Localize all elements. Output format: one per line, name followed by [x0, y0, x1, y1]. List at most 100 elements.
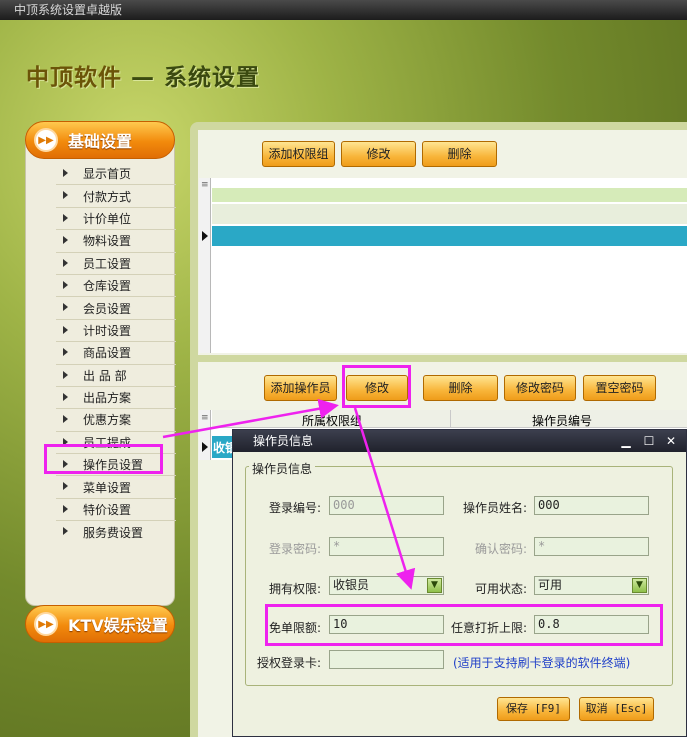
minimize-icon[interactable]: ▁ [618, 433, 634, 449]
change-password-button[interactable]: 修改密码 [504, 375, 576, 401]
arrow-icon [63, 169, 68, 177]
arrow-icon [63, 392, 68, 401]
current-row-icon [202, 442, 208, 452]
login-id-field[interactable]: 000 [329, 496, 444, 515]
sidebar-item-label: 员工设置 [83, 256, 132, 271]
sidebar-item-label: 会员设置 [83, 301, 132, 316]
delete-operator-button[interactable]: 删除 [423, 375, 498, 401]
password-label: 登录密码: [269, 542, 322, 556]
status-select[interactable]: 可用 ▼ [534, 576, 649, 595]
sidebar-item-service-fee[interactable]: 服务费设置 [56, 521, 176, 543]
category-label: KTV娱乐设置 [68, 616, 168, 635]
arrow-icon [63, 258, 68, 267]
sidebar-item-label: 仓库设置 [83, 279, 132, 294]
login-id-label: 登录编号: [269, 501, 322, 515]
arrow-icon [63, 415, 68, 424]
close-icon[interactable]: ✕ [663, 433, 679, 449]
sidebar-item-label: 付款方式 [83, 189, 132, 204]
sidebar-item-label: 特价设置 [83, 503, 132, 518]
sidebar-item-label: 服务费设置 [83, 525, 144, 540]
sidebar-item-special-price[interactable]: 特价设置 [56, 499, 176, 522]
chevron-down-icon[interactable]: ▼ [427, 578, 442, 593]
permission-group-grid: ≡ [199, 178, 687, 353]
sidebar-item-output-dept[interactable]: 出 品 部 [56, 365, 176, 387]
card-label: 授权登录卡: [257, 656, 322, 670]
chevron-down-icon[interactable]: ▼ [632, 578, 647, 593]
sidebar-item-members[interactable]: 会员设置 [56, 297, 176, 320]
add-operator-button[interactable]: 添加操作员 [264, 375, 337, 401]
add-group-button[interactable]: 添加权限组 [262, 141, 335, 167]
delete-group-button[interactable]: 删除 [422, 141, 497, 167]
sidebar-item-menu[interactable]: 菜单设置 [56, 476, 176, 499]
table-row-selected[interactable] [212, 226, 687, 246]
arrow-icon [63, 527, 68, 536]
window-title: 中顶系统设置卓越版 [14, 3, 123, 17]
grid-menu-icon: ≡ [201, 413, 209, 423]
category-basic-settings[interactable]: ▶▶ 基础设置 [25, 121, 175, 159]
sidebar-item-output-plan[interactable]: 出品方案 [56, 387, 176, 410]
clear-password-button[interactable]: 置空密码 [583, 375, 656, 401]
sidebar-item-label: 计价单位 [83, 211, 132, 226]
sidebar-item-products[interactable]: 商品设置 [56, 342, 176, 365]
sidebar-item-label: 物料设置 [83, 234, 132, 249]
confirm-password-label: 确认密码: [475, 542, 528, 556]
grid-header-row [212, 188, 687, 202]
operator-name-label: 操作员姓名: [463, 501, 528, 515]
sidebar-item-label: 出品方案 [83, 391, 132, 406]
arrow-icon [63, 370, 68, 379]
status-label: 可用状态: [475, 582, 528, 596]
page-title-text: — 系统设置 [122, 65, 261, 91]
card-hint: (适用于支持刷卡登录的软件终端) [453, 656, 631, 670]
sidebar-item-label: 显示首页 [83, 167, 132, 182]
play-icon: ▶▶ [34, 128, 58, 152]
sidebar: ▶▶ 基础设置 显示首页 付款方式 计价单位 物料设置 员工设置 仓库设置 会员… [25, 121, 176, 606]
role-value: 收银员 [333, 578, 370, 592]
row-header-column [199, 178, 211, 353]
arrow-icon [63, 325, 68, 334]
category-label: 基础设置 [68, 132, 133, 151]
arrow-icon [63, 280, 68, 289]
table-row[interactable] [212, 204, 687, 224]
role-select[interactable]: 收银员 ▼ [329, 576, 444, 595]
current-row-icon [202, 231, 208, 241]
sidebar-item-staff[interactable]: 员工设置 [56, 253, 176, 275]
sidebar-item-label: 菜单设置 [83, 480, 132, 495]
group-legend: 操作员信息 [249, 460, 316, 477]
sidebar-menu: 显示首页 付款方式 计价单位 物料设置 员工设置 仓库设置 会员设置 计时设置 … [56, 163, 176, 544]
role-label: 拥有权限: [269, 582, 322, 596]
window-title-bar: 中顶系统设置卓越版 [0, 0, 687, 20]
grid-menu-icon: ≡ [201, 180, 209, 190]
play-icon: ▶▶ [34, 612, 58, 636]
arrow-icon [63, 236, 68, 245]
highlight-operator-menu [44, 444, 163, 474]
sidebar-item-label: 优惠方案 [83, 413, 132, 428]
arrow-icon [63, 213, 68, 222]
sidebar-item-timing[interactable]: 计时设置 [56, 320, 176, 343]
save-button[interactable]: 保存 [F9] [497, 697, 570, 721]
edit-group-button[interactable]: 修改 [341, 141, 416, 167]
arrow-icon [63, 504, 68, 513]
sidebar-item-units[interactable]: 计价单位 [56, 208, 176, 231]
category-ktv-settings[interactable]: ▶▶ KTV娱乐设置 [25, 605, 175, 643]
cancel-button[interactable]: 取消 [Esc] [579, 697, 654, 721]
column-header-operator-id: 操作员编号 [532, 414, 593, 428]
sidebar-item-home[interactable]: 显示首页 [56, 163, 176, 186]
sidebar-item-discounts[interactable]: 优惠方案 [56, 409, 176, 432]
sidebar-item-materials[interactable]: 物料设置 [56, 230, 176, 253]
grid-header-row: 所属权限组 操作员编号 [212, 410, 687, 428]
status-value: 可用 [538, 578, 563, 592]
sidebar-item-label: 商品设置 [83, 346, 132, 361]
operator-info-dialog: 操作员信息 ▁ ☐ ✕ 操作员信息 登录编号: 000 操作员姓名: 000 登… [232, 429, 687, 737]
highlight-edit-button [342, 365, 411, 408]
column-header-group: 所属权限组 [302, 414, 363, 428]
maximize-icon[interactable]: ☐ [641, 433, 657, 449]
dialog-title: 操作员信息 [253, 434, 314, 448]
operator-name-field[interactable]: 000 [534, 496, 649, 515]
sidebar-item-payment[interactable]: 付款方式 [56, 185, 176, 208]
confirm-password-field[interactable]: * [534, 537, 649, 556]
arrow-icon [63, 191, 68, 200]
card-field[interactable] [329, 650, 444, 669]
sidebar-item-warehouse[interactable]: 仓库设置 [56, 275, 176, 298]
page-title: 中顶软件 — 系统设置 [26, 58, 260, 92]
password-field[interactable]: * [329, 537, 444, 556]
